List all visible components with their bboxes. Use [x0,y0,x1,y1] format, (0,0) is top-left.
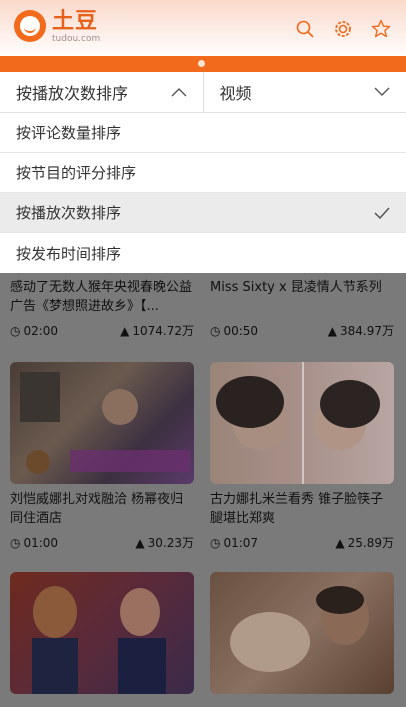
video-plays: ▲ 30.23万 [135,535,194,551]
video-plays: ▲ 1074.72万 [120,323,194,339]
sort-dropdown: 按评论数量排序 按节目的评分排序 按播放次数排序 按发布时间排序 [0,113,406,273]
pager-dot[interactable] [198,60,205,67]
logo-text-en: tudou.com [52,34,101,44]
video-thumbnail[interactable] [210,572,394,694]
sort-option[interactable]: 按发布时间排序 [0,233,406,273]
video-thumbnail[interactable] [10,362,194,484]
sort-option-selected[interactable]: 按播放次数排序 [0,193,406,233]
plays-icon: ▲ [327,323,337,338]
video-plays: ▲ 384.97万 [327,323,394,339]
video-thumbnail[interactable] [210,362,394,484]
filter-bar: 按播放次数排序 视频 [0,72,406,113]
plays-icon: ▲ [120,323,130,338]
video-duration: ◷ 00:50 [210,323,259,338]
category-filter-label: 视频 [219,84,252,103]
sort-option[interactable]: 按节目的评分排序 [0,153,406,193]
chevron-up-icon [171,88,186,97]
video-duration: ◷ 01:00 [10,535,59,550]
video-card[interactable]: 古力娜扎米兰看秀 锥子脸筷子腿堪比郑爽 ◷ 01:07 ▲ 25.89万 [210,362,394,551]
settings-icon[interactable] [332,18,354,40]
video-plays: ▲ 25.89万 [335,535,394,551]
video-title[interactable]: Miss Sixty x 昆凌情人节系列 [210,278,394,316]
plays-icon: ▲ [135,535,145,550]
video-duration: ◷ 01:07 [210,535,259,550]
video-title[interactable]: 刘恺威娜扎对戏融洽 杨幂夜归同住酒店 [10,490,194,528]
video-card[interactable] [210,572,394,694]
star-icon[interactable] [370,18,392,40]
video-duration: ◷ 02:00 [10,323,59,338]
video-card[interactable]: 刘恺威娜扎对戏融洽 杨幂夜归同住酒店 ◷ 01:00 ▲ 30.23万 [10,362,194,551]
sort-option[interactable]: 按评论数量排序 [0,113,406,153]
logo-icon [14,10,46,42]
category-filter[interactable]: 视频 [204,72,406,112]
video-card[interactable] [10,572,194,694]
video-thumbnail[interactable] [10,572,194,694]
checkmark-icon [374,206,390,219]
clock-icon: ◷ [10,323,21,338]
video-title[interactable]: 古力娜扎米兰看秀 锥子脸筷子腿堪比郑爽 [210,490,394,528]
chevron-down-icon [374,87,390,96]
sort-filter[interactable]: 按播放次数排序 [0,72,204,112]
video-title[interactable]: 感动了无数人猴年央视春晚公益广告《梦想照进故乡》【... [10,278,194,316]
clock-icon: ◷ [210,323,221,338]
sort-filter-label: 按播放次数排序 [16,84,129,103]
tudou-logo[interactable]: 土豆 tudou.com [14,10,100,44]
app-header: 土豆 tudou.com [0,0,406,58]
clock-icon: ◷ [10,535,21,550]
plays-icon: ▲ [335,535,345,550]
logo-text-cn: 土豆 [52,9,99,34]
clock-icon: ◷ [210,535,221,550]
search-icon[interactable] [294,18,316,40]
